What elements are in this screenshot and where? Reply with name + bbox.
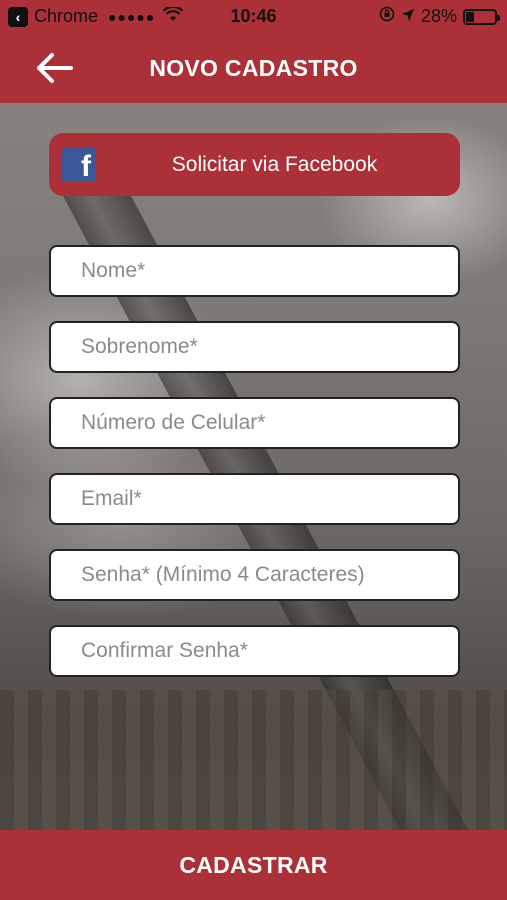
password-input[interactable] [51,551,458,599]
battery-icon [463,8,500,25]
signal-icon: ●●●●● [108,8,156,25]
battery-percent: 28% [420,6,457,26]
back-button[interactable] [32,49,76,87]
status-bar: ‹ Chrome ●●●●● 10:46 28% [0,0,507,33]
register-button-label: CADASTRAR [179,851,328,878]
location-icon [401,6,415,27]
back-to-app-icon[interactable]: ‹ [8,6,28,27]
email-input[interactable] [51,475,458,523]
first-name-input[interactable] [51,247,458,295]
status-right: 28% [379,6,500,27]
confirm-password-input[interactable] [51,627,458,675]
facebook-signup-button[interactable]: f Solicitar via Facebook [49,133,460,196]
email-field[interactable] [49,473,460,525]
back-to-app-label[interactable]: Chrome [34,6,98,27]
confirm-password-field[interactable] [49,625,460,677]
register-button[interactable]: CADASTRAR [0,830,507,900]
phone-input[interactable] [51,399,458,447]
arrow-left-icon [37,53,73,83]
first-name-field[interactable] [49,245,460,297]
wifi-icon [163,5,184,27]
background-floor [0,690,507,830]
last-name-field[interactable] [49,321,460,373]
clock: 10:46 [230,6,277,26]
page-title: NOVO CADASTRO [149,54,358,81]
last-name-input[interactable] [51,323,458,371]
facebook-signup-label: Solicitar via Facebook [171,152,378,176]
rotation-lock-icon [379,6,395,27]
phone-field[interactable] [49,397,460,449]
navigation-bar: NOVO CADASTRO [0,33,507,103]
facebook-icon: f [62,148,96,182]
battery-fill [466,11,474,22]
password-field[interactable] [49,549,460,601]
